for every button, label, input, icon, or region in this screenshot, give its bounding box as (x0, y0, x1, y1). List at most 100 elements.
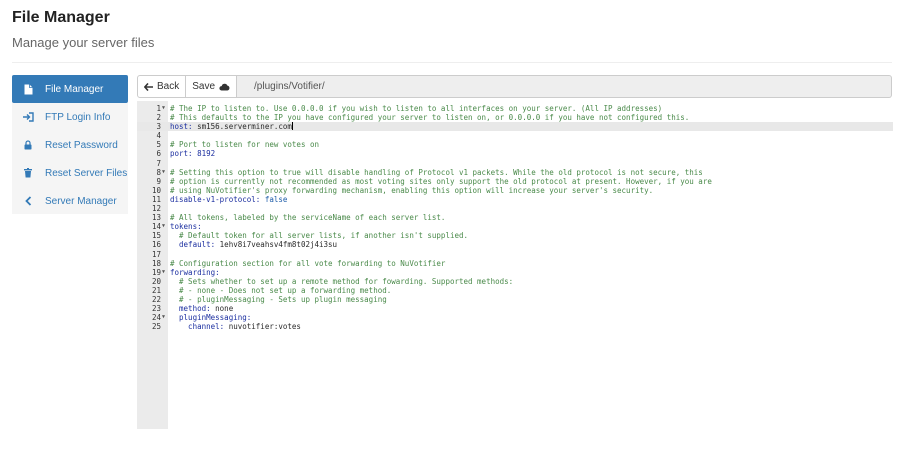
sign-in-icon (21, 112, 35, 122)
code-token: # The IP to listen to. Use 0.0.0.0 if yo… (170, 104, 663, 113)
line-text: # Port to listen for new votes on (170, 140, 319, 149)
sidebar-item-reset-server-files[interactable]: Reset Server Files (12, 159, 128, 187)
text-cursor (291, 122, 293, 131)
code-token: # Setting this option to true will disab… (170, 167, 703, 177)
code-token: default: (170, 240, 216, 250)
back-button[interactable]: Back (137, 75, 187, 98)
fold-arrow-icon[interactable]: ▼ (162, 268, 165, 277)
code-editor[interactable]: 1 ▼ # The IP to listen to. Use 0.0.0.0 if … (137, 101, 893, 429)
code-line[interactable]: 23 method: none (137, 304, 893, 313)
fold-arrow-icon[interactable]: ▼ (162, 104, 165, 113)
code-line[interactable]: 12 (137, 204, 893, 213)
code-token: pluginMessaging: (170, 313, 252, 323)
code-token: # - pluginMessaging - Sets up plugin mes… (170, 294, 387, 304)
code-token: # - none - Does not set up a forwarding … (170, 285, 392, 295)
line-text: # - none - Does not set up a forwarding … (170, 286, 391, 295)
sidebar-item-server-manager[interactable]: Server Manager (12, 187, 128, 215)
line-number: 18 (151, 258, 161, 268)
code-line[interactable]: 7 (137, 159, 893, 168)
fold-arrow-icon[interactable]: ▼ (162, 168, 165, 177)
fold-arrow-icon[interactable]: ▼ (162, 313, 165, 322)
code-line[interactable]: 6 port: 8192 (137, 149, 893, 158)
code-token: # option is currently not recommended as… (170, 176, 712, 186)
code-token: # Port to listen for new votes on (170, 140, 320, 150)
code-line[interactable]: 10 # using NuVotifier's proxy forwarding … (137, 186, 893, 195)
code-line[interactable]: 20 # Sets whether to set up a remote met… (137, 277, 893, 286)
code-token: sm156.serverminer.com (192, 122, 292, 132)
line-number: 5 (156, 140, 161, 150)
cloud-icon (219, 83, 230, 91)
code-line[interactable]: 18 # Configuration section for all vote f… (137, 259, 893, 268)
file-path-field: /plugins/Votifier/ (237, 75, 892, 98)
lock-icon (21, 140, 35, 150)
code-content[interactable]: 1 ▼ # The IP to listen to. Use 0.0.0.0 if … (137, 104, 893, 331)
sidebar-item-label: Reset Password (45, 139, 118, 151)
code-line[interactable]: 15 # Default token for all server lists,… (137, 231, 893, 240)
page-title: File Manager (12, 9, 110, 26)
code-line[interactable]: 22 # - pluginMessaging - Sets up plugin … (137, 295, 893, 304)
editor-toolbar: Back Save /plugins/Votifier/ (137, 75, 892, 98)
line-number: 14 (151, 222, 161, 232)
code-line[interactable]: 5 # Port to listen for new votes on (137, 140, 893, 149)
fold-arrow-icon[interactable]: ▼ (162, 222, 165, 231)
line-number: 10 (151, 185, 161, 195)
sidebar-item-ftp-login-info[interactable]: FTP Login Info (12, 103, 128, 131)
line-text: port: 8192 (170, 149, 215, 158)
sidebar-item-reset-password[interactable]: Reset Password (12, 131, 128, 159)
line-number: 1 (156, 104, 161, 113)
code-token: tokens: (170, 222, 202, 232)
line-text: host: sm156.serverminer.com (170, 122, 293, 131)
line-number: 20 (151, 276, 161, 286)
code-token: 1ehv8i7veahsv4fm8t02j4i3su (215, 240, 338, 250)
code-line[interactable]: 24 ▼ pluginMessaging: (137, 313, 893, 322)
line-text: # - pluginMessaging - Sets up plugin mes… (170, 295, 387, 304)
line-number: 9 (156, 176, 161, 186)
sidebar-item-label: Reset Server Files (45, 167, 128, 179)
code-token: # using NuVotifier's proxy forwarding me… (170, 185, 654, 195)
code-line[interactable]: 8 ▼ # Setting this option to true will dis… (137, 168, 893, 177)
sidebar-item-label: File Manager (45, 83, 104, 95)
line-number: 6 (156, 149, 161, 159)
code-token: channel: (170, 322, 225, 332)
code-token: disable-v1-protocol: (170, 194, 261, 204)
title-divider (12, 62, 892, 63)
chevron-left-icon (21, 196, 35, 206)
line-number: 13 (151, 213, 161, 223)
code-line[interactable]: 3 host: sm156.serverminer.com (137, 122, 893, 132)
code-line[interactable]: 17 (137, 250, 893, 259)
code-line[interactable]: 16 default: 1ehv8i7veahsv4fm8t02j4i3su (137, 240, 893, 249)
sidebar-nav: File Manager FTP Login Info Reset Passwo… (12, 75, 128, 214)
code-line[interactable]: 13 # All tokens, labeled by the serviceNa… (137, 213, 893, 222)
line-number: 23 (151, 304, 161, 314)
code-token: port: (170, 149, 193, 159)
sidebar-item-file-manager[interactable]: File Manager (12, 75, 128, 103)
arrow-left-icon (144, 82, 153, 91)
code-line[interactable]: 25 channel: nuvotifier:votes (137, 322, 893, 331)
code-line[interactable]: 19 ▼ forwarding: (137, 268, 893, 277)
line-text: default: 1ehv8i7veahsv4fm8t02j4i3su (170, 240, 337, 249)
line-text: channel: nuvotifier:votes (170, 322, 301, 331)
save-button[interactable]: Save (186, 75, 238, 98)
line-text: # Default token for all server lists, if… (170, 231, 468, 240)
code-token: nuvotifier:votes (224, 322, 301, 332)
sidebar-item-label: FTP Login Info (45, 111, 111, 123)
file-icon (21, 84, 35, 94)
code-line[interactable]: 1 ▼ # The IP to listen to. Use 0.0.0.0 if … (137, 104, 893, 113)
code-token: forwarding: (170, 267, 220, 277)
line-number: 16 (151, 240, 161, 250)
line-text: # using NuVotifier's proxy forwarding me… (170, 186, 653, 195)
code-line[interactable]: 2 # This defaults to the IP you have conf… (137, 113, 893, 122)
line-number: 12 (151, 204, 161, 214)
code-line[interactable]: 11 disable-v1-protocol: false (137, 195, 893, 204)
line-number: 25 (151, 322, 161, 332)
line-text: disable-v1-protocol: false (170, 195, 287, 204)
code-token: # This defaults to the IP you have confi… (170, 113, 690, 123)
line-number: 11 (151, 194, 161, 204)
code-line[interactable]: 21 # - none - Does not set up a forwardi… (137, 286, 893, 295)
code-token: # All tokens, labeled by the serviceName… (170, 213, 446, 223)
save-button-label: Save (192, 81, 216, 92)
line-number: 22 (151, 294, 161, 304)
code-line[interactable]: 14 ▼ tokens: (137, 222, 893, 231)
code-line[interactable]: 9 # option is currently not recommended a… (137, 177, 893, 186)
code-line[interactable]: 4 (137, 131, 893, 140)
